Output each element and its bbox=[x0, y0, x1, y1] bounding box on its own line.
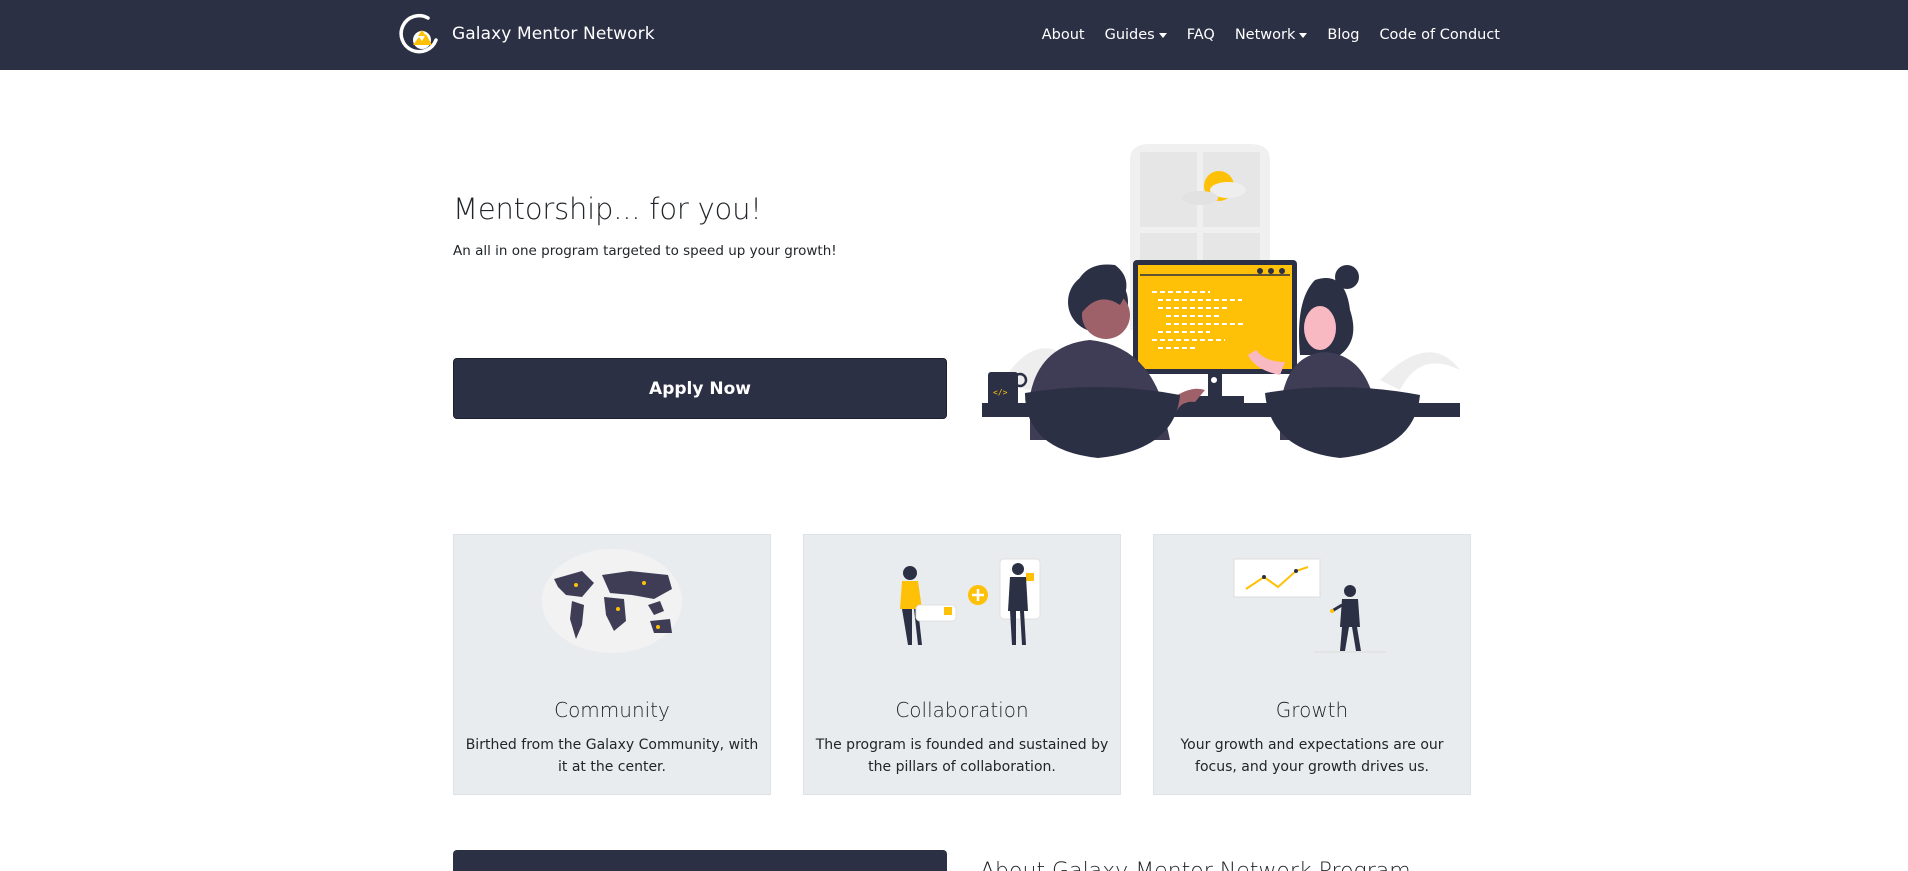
card-title: Community bbox=[554, 698, 670, 722]
nav-faq[interactable]: FAQ bbox=[1187, 27, 1215, 43]
caret-down-icon bbox=[1299, 32, 1308, 38]
top-navbar: Galaxy Mentor Network About Guides FAQ N… bbox=[0, 0, 1908, 70]
hero-subtitle: An all in one program targeted to speed … bbox=[453, 243, 837, 259]
world-map-illustration bbox=[542, 549, 682, 653]
brand-name: Galaxy Mentor Network bbox=[452, 24, 655, 44]
nav-network-label: Network bbox=[1234, 27, 1296, 43]
nav-guides-dropdown[interactable]: Guides bbox=[1105, 27, 1167, 43]
main-nav: About Guides FAQ Network Blog Code of Co… bbox=[1022, 0, 1500, 70]
nav-blog[interactable]: Blog bbox=[1327, 27, 1359, 43]
feature-card-community: Community Birthed from the Galaxy Commun… bbox=[453, 534, 771, 795]
nav-code-of-conduct[interactable]: Code of Conduct bbox=[1379, 27, 1500, 43]
card-text: Your growth and expectations are our foc… bbox=[1180, 737, 1444, 775]
svg-text:</>: </> bbox=[993, 388, 1008, 397]
nav-network-dropdown[interactable]: Network bbox=[1235, 27, 1308, 43]
galaxy-logo-icon bbox=[399, 13, 438, 54]
pair-programming-illustration: </> bbox=[982, 144, 1460, 458]
card-title: Growth bbox=[1275, 698, 1349, 722]
card-text: The program is founded and sustained by … bbox=[815, 737, 1109, 775]
caret-down-icon bbox=[1158, 32, 1167, 38]
about-image-block bbox=[453, 850, 947, 871]
brand-link[interactable]: Galaxy Mentor Network bbox=[398, 10, 655, 58]
growth-chart-illustration bbox=[1233, 558, 1386, 653]
feature-card-collaboration: Collaboration The program is founded and… bbox=[803, 534, 1121, 795]
feature-card-growth: Growth Your growth and expectations are … bbox=[1153, 534, 1471, 795]
about-heading: About Galaxy Mentor Network Program bbox=[980, 859, 1411, 871]
card-text: Birthed from the Galaxy Community, with … bbox=[465, 737, 759, 775]
card-title: Collaboration bbox=[895, 698, 1029, 722]
nav-faq-label: FAQ bbox=[1186, 27, 1215, 43]
collaboration-illustration bbox=[900, 558, 1041, 645]
apply-now-button[interactable]: Apply Now bbox=[453, 358, 947, 419]
nav-code-of-conduct-label: Code of Conduct bbox=[1379, 27, 1500, 43]
nav-guides-label: Guides bbox=[1104, 27, 1155, 43]
nav-about-label: About bbox=[1041, 27, 1085, 43]
hero-title: Mentorship... for you! bbox=[453, 192, 762, 226]
nav-blog-label: Blog bbox=[1327, 27, 1360, 43]
nav-about[interactable]: About bbox=[1042, 27, 1085, 43]
